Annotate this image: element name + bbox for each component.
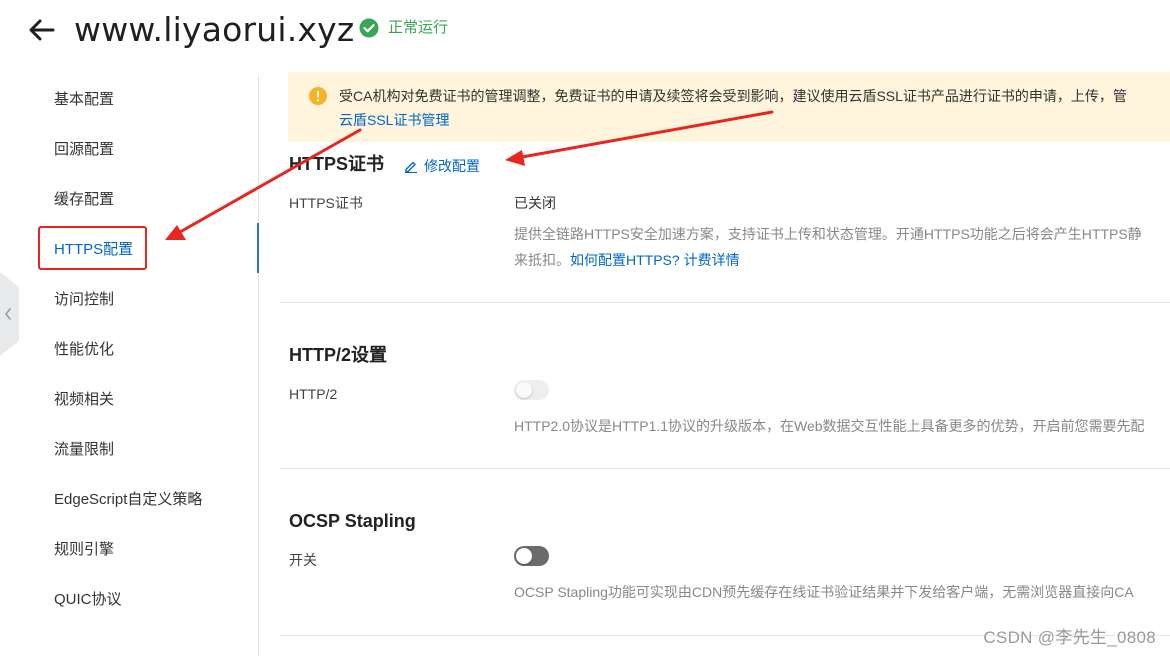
notice-text: 受CA机构对免费证书的管理调整，免费证书的申请及续签将会受到影响，建议使用云盾S… [339, 88, 1127, 104]
sidebar-item-performance[interactable]: 性能优化 [54, 325, 114, 375]
https-desc-prefix: 来抵扣。 [514, 252, 570, 268]
page-header: www.liyaorui.xyz 正常运行 [0, 0, 1170, 62]
status-badge: 正常运行 [359, 18, 448, 38]
edit-config-button[interactable]: 修改配置 [404, 154, 480, 178]
http2-desc: HTTP2.0协议是HTTP1.1协议的升级版本，在Web数据交互性能上具备更多… [514, 418, 1145, 434]
sidebar-item-cache-config[interactable]: 缓存配置 [54, 175, 114, 225]
billing-details-link[interactable]: 计费详情 [684, 252, 740, 268]
ocsp-desc: OCSP Stapling功能可实现由CDN预先缓存在线证书验证结果并下发给客户… [514, 584, 1134, 600]
ocsp-switch-label: 开关 [289, 552, 317, 568]
edit-config-label: 修改配置 [424, 158, 480, 174]
warning-circle-icon [309, 87, 327, 105]
ocsp-section-title: OCSP Stapling [289, 511, 416, 531]
status-text: 正常运行 [388, 19, 449, 36]
https-desc-line1: 提供全链路HTTPS安全加速方案，支持证书上传和状态管理。开通HTTPS功能之后… [514, 226, 1142, 242]
toggle-knob [516, 548, 532, 564]
how-to-config-https-link[interactable]: 如何配置HTTPS? [570, 252, 680, 268]
ocsp-toggle[interactable] [514, 546, 549, 566]
http2-section-title: HTTP/2设置 [289, 345, 388, 365]
sidebar-item-https-config[interactable]: HTTPS配置 [54, 225, 133, 275]
notice-banner: 受CA机构对免费证书的管理调整，免费证书的申请及续签将会受到影响，建议使用云盾S… [288, 72, 1170, 142]
sidebar-item-quic[interactable]: QUIC协议 [54, 575, 122, 625]
section-divider [279, 302, 1170, 303]
arrow-left-icon[interactable] [27, 15, 57, 45]
http2-toggle[interactable] [514, 380, 549, 400]
sidebar-item-access-control[interactable]: 访问控制 [54, 275, 114, 325]
sidebar-item-basic-config[interactable]: 基本配置 [54, 75, 114, 125]
https-section-title: HTTPS证书 [289, 154, 385, 174]
ssl-cert-management-link[interactable]: 云盾SSL证书管理 [339, 108, 449, 132]
sidebar-item-edgescript[interactable]: EdgeScript自定义策略 [54, 475, 202, 525]
sidebar-item-traffic-limit[interactable]: 流量限制 [54, 425, 114, 475]
check-circle-icon [359, 18, 379, 38]
page-title: www.liyaorui.xyz [74, 10, 355, 49]
toggle-knob [516, 382, 532, 398]
section-divider [279, 468, 1170, 469]
http2-label: HTTP/2 [289, 386, 338, 402]
sidebar-item-video[interactable]: 视频相关 [54, 375, 114, 425]
watermark: CSDN @李先生_0808 [983, 628, 1156, 647]
sidebar-nav: 基本配置 回源配置 缓存配置 HTTPS配置 访问控制 性能优化 视频相关 流量… [0, 75, 259, 656]
sidebar-item-rule-engine[interactable]: 规则引擎 [54, 525, 114, 575]
pencil-icon [405, 161, 417, 173]
https-cert-label: HTTPS证书 [289, 195, 363, 211]
https-desc-line2: 来抵扣。如何配置HTTPS? 计费详情 [514, 248, 740, 272]
https-cert-status: 已关闭 [514, 195, 556, 211]
main-content: 受CA机构对免费证书的管理调整，免费证书的申请及续签将会受到影响，建议使用云盾S… [259, 62, 1170, 656]
sidebar-item-origin-config[interactable]: 回源配置 [54, 125, 114, 175]
